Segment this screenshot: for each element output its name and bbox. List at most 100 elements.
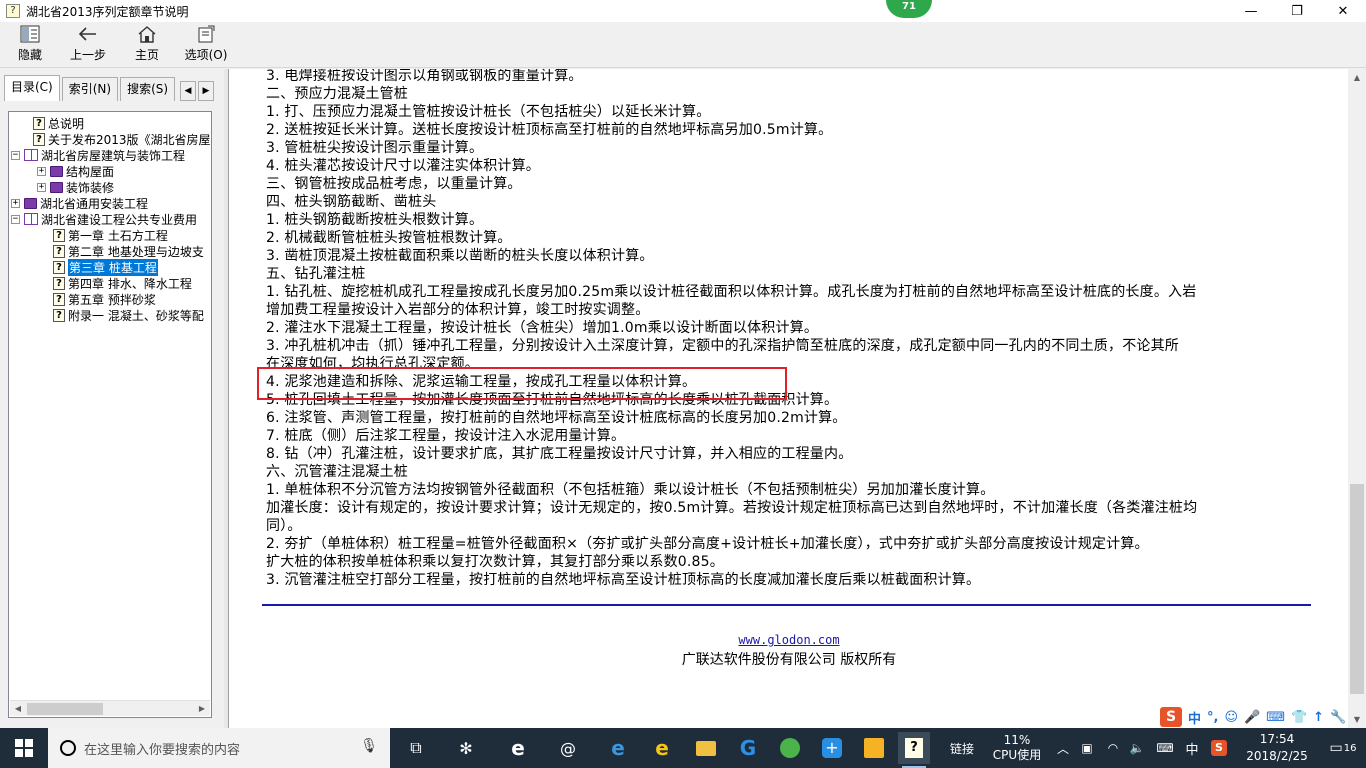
action-center-button[interactable]: ▭ 16 <box>1320 728 1366 768</box>
tree-item[interactable]: ? 第一章 土石方工程 <box>53 227 168 243</box>
tree-item[interactable]: − 湖北省房屋建筑与装饰工程 <box>11 147 185 163</box>
tree-item[interactable]: ? 第五章 预拌砂浆 <box>53 291 156 307</box>
tab-index[interactable]: 索引(N) <box>61 77 119 101</box>
title-bar: ? 湖北省2013序列定额章节说明 — ❐ ✕ <box>0 0 1366 22</box>
triangle-left-icon: ◀ <box>184 86 192 96</box>
notification-count: 16 <box>1343 742 1357 754</box>
green-app-icon[interactable] <box>774 732 806 764</box>
blue-plus-app-icon[interactable]: + <box>816 732 848 764</box>
scroll-left-arrow-icon[interactable]: ◀ <box>10 702 26 716</box>
content-line: 3. 沉管灌注桩空打部分工程量，按打桩前的自然地坪标高至设计桩顶标高的长度减加灌… <box>266 572 981 588</box>
glodon-link[interactable]: www.glodon.com <box>229 633 1348 647</box>
back-button[interactable]: 上一步 <box>68 24 108 66</box>
wifi-icon[interactable]: ◠ <box>1102 728 1124 768</box>
content-line: 6. 注浆管、声测管工程量，按打桩前的自然地坪标高至设计桩底标高的长度另加0.2… <box>266 410 847 426</box>
ime-keyboard-icon[interactable]: ⌨ <box>1266 710 1285 725</box>
tree-item-label: 第二章 地基处理与边坡支 <box>68 244 204 259</box>
ime-punctuation-icon[interactable]: °, <box>1207 710 1218 725</box>
collapse-icon[interactable]: − <box>11 150 20 160</box>
sogou-logo-icon[interactable]: S <box>1160 707 1182 727</box>
notes-app-icon[interactable] <box>858 732 890 764</box>
taskbar-search-box[interactable]: 在这里输入你要搜索的内容 🎙 <box>48 728 390 768</box>
content-line: 3. 凿桩顶混凝土按桩截面积乘以凿断的桩头长度以体积计算。 <box>266 248 654 264</box>
tree-item-label: 结构屋面 <box>66 164 115 179</box>
scroll-up-arrow-icon[interactable]: ▲ <box>1348 69 1366 86</box>
cpu-label: CPU使用 <box>992 748 1042 762</box>
hide-button[interactable]: 隐藏 <box>14 24 46 66</box>
tab-scroll-right-button[interactable]: ▶ <box>198 81 214 101</box>
content-line: 2. 夯扩（单桩体积）桩工程量=桩管外径截面积×（夯扩或扩头部分高度+设计桩长+… <box>266 536 1149 552</box>
help-page-icon: ? <box>53 228 65 242</box>
scroll-thumb[interactable] <box>27 703 103 715</box>
tree-item[interactable]: ? 关于发布2013版《湖北省房屋 <box>33 131 211 147</box>
ime-skin-icon[interactable]: 👕 <box>1291 710 1307 725</box>
book-icon <box>50 165 63 177</box>
ime-tools-icon[interactable]: 🔧 <box>1330 710 1346 725</box>
tree-item[interactable]: ? 附录一 混凝土、砂浆等配 <box>53 307 204 323</box>
expand-icon[interactable]: + <box>37 166 46 176</box>
show-hidden-icons-chevron-icon[interactable]: ︿ <box>1054 728 1072 768</box>
close-button[interactable]: ✕ <box>1320 0 1366 22</box>
collapse-icon[interactable]: − <box>11 214 20 224</box>
tree-item[interactable]: − 湖北省建设工程公共专业费用 <box>11 211 197 227</box>
tree-item[interactable]: + 装饰装修 <box>37 179 114 195</box>
tab-scroll-left-button[interactable]: ◀ <box>180 81 196 101</box>
fan-app-icon[interactable]: ✻ <box>450 732 482 764</box>
options-label: 选项(O) <box>184 48 228 62</box>
ime-upload-icon[interactable]: ↑ <box>1313 710 1324 725</box>
ime-chinese-mode[interactable]: 中 <box>1188 708 1201 727</box>
edge-browser-icon[interactable]: e <box>602 732 634 764</box>
tree-item[interactable]: ? 总说明 <box>33 115 84 131</box>
tree-item[interactable]: ? 第二章 地基处理与边坡支 <box>53 243 204 259</box>
tree-item[interactable]: + 结构屋面 <box>37 163 114 179</box>
navigation-pane: 目录(C) 索引(N) 搜索(S) ◀ ▶ ? 总说明? 关于发布2013版《湖北省… <box>0 69 224 728</box>
tree-item[interactable]: ? 第四章 排水、降水工程 <box>53 275 192 291</box>
content-line: 1. 钻孔桩、旋挖桩机成孔工程量按成孔长度另加0.25m乘以设计桩径截面积以体积… <box>266 284 1197 300</box>
windows-logo-icon <box>15 739 33 757</box>
sogou-tray-icon[interactable]: S <box>1208 728 1230 768</box>
scroll-thumb[interactable] <box>1350 484 1364 694</box>
content-line: 2. 机械截断管桩桩头按管桩根数计算。 <box>266 230 512 246</box>
contents-tree: ? 总说明? 关于发布2013版《湖北省房屋 − 湖北省房屋建筑与装饰工程 + 结构屋面 + 装… <box>8 111 212 718</box>
microphone-icon[interactable]: 🎙 <box>360 738 378 754</box>
link-toolbar[interactable]: 链接 <box>942 728 982 768</box>
tab-search[interactable]: 搜索(S) <box>120 77 176 101</box>
help-page-icon: ? <box>53 244 65 258</box>
ie-browser-icon[interactable]: e <box>502 732 534 764</box>
file-explorer-icon[interactable] <box>690 732 722 764</box>
back-label: 上一步 <box>69 48 106 62</box>
help-page-icon: ? <box>33 116 45 130</box>
task-view-icon[interactable]: ⧉ <box>400 732 432 764</box>
start-button[interactable] <box>0 728 48 768</box>
spiral-app-icon[interactable]: @ <box>552 732 584 764</box>
tree-item[interactable]: + 湖北省通用安装工程 <box>11 195 148 211</box>
glodon-g-app-icon[interactable]: G <box>732 732 764 764</box>
tree-horizontal-scrollbar[interactable]: ◀ ▶ <box>10 700 210 716</box>
open-book-icon <box>24 213 38 225</box>
touch-keyboard-icon[interactable]: ⌨ <box>1152 728 1178 768</box>
clock[interactable]: 17:54 2018/2/25 <box>1244 731 1310 765</box>
maximize-button[interactable]: ❐ <box>1274 0 1320 22</box>
tab-contents[interactable]: 目录(C) <box>4 75 60 101</box>
expand-icon[interactable]: + <box>37 182 46 192</box>
content-vertical-scrollbar[interactable]: ▲ ▼ <box>1348 69 1366 728</box>
scroll-right-arrow-icon[interactable]: ▶ <box>194 702 210 716</box>
system-tray-app-icon[interactable]: ▣ <box>1076 728 1098 768</box>
tree-item[interactable]: ? 第三章 桩基工程 <box>53 258 158 276</box>
input-language[interactable]: 中 <box>1182 728 1202 768</box>
options-icon <box>196 24 216 44</box>
expand-icon[interactable]: + <box>11 198 20 208</box>
volume-icon[interactable]: 🔈 <box>1126 728 1148 768</box>
cpu-meter[interactable]: 11% CPU使用 <box>986 728 1048 768</box>
ime-toolbar: S 中 °, ☺ 🎤 ⌨ 👕 ↑ 🔧 <box>1160 706 1366 728</box>
options-button[interactable]: 选项(O) <box>184 24 228 66</box>
help-window-task[interactable]: ? <box>898 732 930 768</box>
home-button[interactable]: 主页 <box>132 24 162 66</box>
content-line: 4. 桩头灌芯按设计尺寸以灌注实体积计算。 <box>266 158 541 174</box>
ime-emoji-icon[interactable]: ☺ <box>1224 710 1238 725</box>
internet-explorer-icon[interactable]: e <box>646 732 678 764</box>
minimize-button[interactable]: — <box>1228 0 1274 22</box>
content-line: 三、钢管桩按成品桩考虑，以重量计算。 <box>266 176 522 192</box>
ime-voice-icon[interactable]: 🎤 <box>1244 710 1260 725</box>
content-line: 1. 桩头钢筋截断按桩头根数计算。 <box>266 212 484 228</box>
